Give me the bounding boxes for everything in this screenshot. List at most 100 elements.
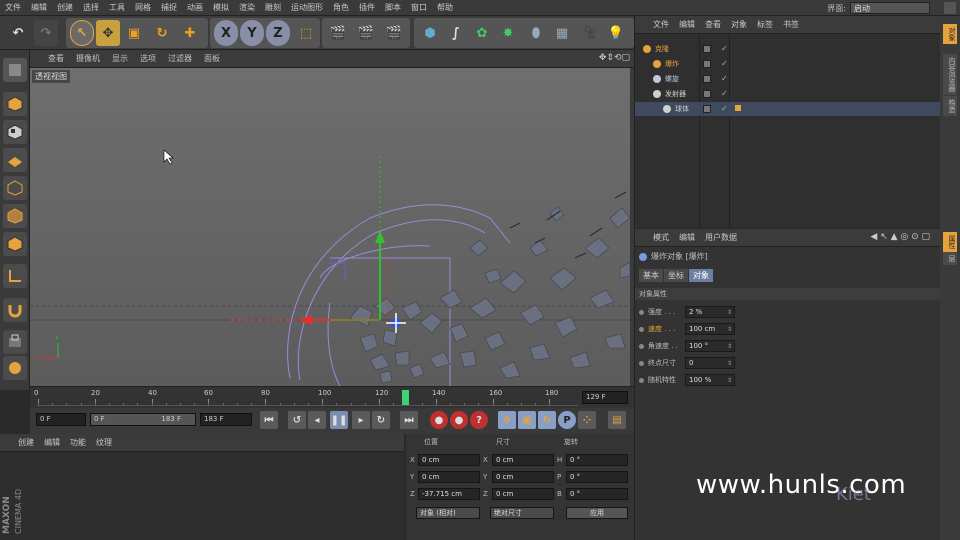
viewport-menu-item[interactable]: 选项 bbox=[134, 53, 162, 64]
enabled-check-icon[interactable]: ✓ bbox=[721, 74, 728, 83]
menu-item[interactable]: 窗口 bbox=[406, 2, 432, 13]
spinner-icon[interactable]: ⇕ bbox=[727, 376, 732, 386]
attributes-nav-icons[interactable]: ◀ ↖ ▲ ◎ ⊙ ▢ bbox=[870, 232, 930, 242]
end-frame-field[interactable]: 183 F bbox=[200, 413, 252, 426]
timeline-window-icon[interactable]: ▤ bbox=[608, 411, 626, 429]
points-mode-icon[interactable] bbox=[3, 176, 27, 200]
prev-key-icon[interactable]: ↺ bbox=[288, 411, 306, 429]
object-name[interactable]: 发射器 bbox=[665, 89, 686, 99]
object-name[interactable]: 克隆 bbox=[655, 44, 669, 54]
visibility-toggle-icon[interactable] bbox=[703, 105, 711, 113]
apply-button[interactable]: 应用 bbox=[566, 507, 628, 519]
goto-end-icon[interactable]: ⏭ bbox=[400, 411, 418, 429]
select-tool-icon[interactable]: ↖ bbox=[70, 20, 94, 46]
axis-x-lock[interactable]: X bbox=[214, 20, 238, 46]
array-icon[interactable]: ✸ bbox=[496, 20, 520, 46]
floor-icon[interactable]: ▦ bbox=[550, 20, 574, 46]
objects-menu-item[interactable]: 文件 bbox=[653, 19, 669, 30]
coordinate-mode-select[interactable]: 对象 (相对) bbox=[416, 507, 480, 519]
object-row[interactable]: 球体 ✓ bbox=[635, 102, 941, 116]
parameter-anim-dot[interactable] bbox=[639, 343, 644, 349]
viewport-nav-icons[interactable]: ✥⇕⟲▢ bbox=[599, 53, 630, 63]
menu-item[interactable]: 选择 bbox=[78, 2, 104, 13]
tab-structure[interactable]: 构造 bbox=[943, 96, 957, 116]
menu-item[interactable]: 编辑 bbox=[26, 2, 52, 13]
object-name[interactable]: 球体 bbox=[675, 104, 689, 114]
parameter-anim-dot[interactable] bbox=[639, 326, 644, 332]
tab-layers[interactable]: 层 bbox=[943, 252, 957, 265]
next-key-icon[interactable]: ↻ bbox=[372, 411, 390, 429]
menu-item[interactable]: 文件 bbox=[0, 2, 26, 13]
parameter-anim-dot[interactable] bbox=[639, 360, 644, 366]
attributes-menu-item[interactable]: 编辑 bbox=[679, 232, 695, 243]
objects-menu-item[interactable]: 查看 bbox=[705, 19, 721, 30]
tab-attributes[interactable]: 属性 bbox=[943, 232, 957, 252]
menu-item[interactable]: 插件 bbox=[354, 2, 380, 13]
edges-mode-icon[interactable] bbox=[3, 204, 27, 228]
menu-item[interactable]: 模拟 bbox=[208, 2, 234, 13]
material-menu-item[interactable]: 功能 bbox=[70, 437, 86, 448]
keyframe-selection-icon[interactable]: ? bbox=[470, 411, 488, 429]
attributes-menu-item[interactable]: 模式 bbox=[653, 232, 669, 243]
objects-menu-item[interactable]: 对象 bbox=[731, 19, 747, 30]
rotation-field[interactable]: 0 ° bbox=[566, 471, 628, 483]
parameter-value-field[interactable]: 100 % ⇕ bbox=[685, 374, 735, 386]
parameter-anim-dot[interactable] bbox=[639, 377, 644, 383]
rotation-field[interactable]: 0 ° bbox=[566, 454, 628, 466]
model-mode-icon[interactable] bbox=[3, 92, 27, 116]
object-row[interactable]: 发射器 ✓ bbox=[635, 87, 941, 101]
spinner-icon[interactable]: ⇕ bbox=[727, 308, 732, 318]
spinner-icon[interactable]: ⇕ bbox=[727, 342, 732, 352]
menu-item[interactable]: 工具 bbox=[104, 2, 130, 13]
menu-item[interactable]: 渲染 bbox=[234, 2, 260, 13]
layout-dropdown[interactable]: 启动 bbox=[850, 2, 930, 14]
viewport-menu-item[interactable]: 查看 bbox=[42, 53, 70, 64]
visibility-toggle-icon[interactable] bbox=[703, 90, 711, 98]
visibility-toggle-icon[interactable] bbox=[703, 60, 711, 68]
planar-workplane-icon[interactable] bbox=[3, 356, 27, 380]
key-position-icon[interactable]: ✥ bbox=[498, 411, 516, 429]
rotate-tool-icon[interactable]: ↻ bbox=[150, 20, 174, 46]
make-editable-icon[interactable] bbox=[3, 58, 27, 82]
object-name[interactable]: 螺旋 bbox=[665, 74, 679, 84]
cube-icon[interactable]: ⬢ bbox=[418, 20, 442, 46]
deformer-icon[interactable]: ⬮ bbox=[524, 20, 548, 46]
attributes-tab[interactable]: 坐标 bbox=[664, 269, 688, 282]
viewport-menu-item[interactable]: 摄像机 bbox=[70, 53, 106, 64]
parameter-value-field[interactable]: 2 % ⇕ bbox=[685, 306, 735, 318]
menu-item[interactable]: 运动图形 bbox=[286, 2, 328, 13]
size-mode-select[interactable]: 绝对尺寸 bbox=[490, 507, 554, 519]
parameter-value-field[interactable]: 100 cm ⇕ bbox=[685, 323, 735, 335]
menu-item[interactable]: 捕捉 bbox=[156, 2, 182, 13]
parameter-value-field[interactable]: 100 ° ⇕ bbox=[685, 340, 735, 352]
viewport-menu-item[interactable]: 过滤器 bbox=[162, 53, 198, 64]
menu-item[interactable]: 网格 bbox=[130, 2, 156, 13]
attributes-menu-item[interactable]: 用户数据 bbox=[705, 232, 737, 243]
prev-frame-icon[interactable]: ◂ bbox=[308, 411, 326, 429]
menu-item[interactable]: 创建 bbox=[52, 2, 78, 13]
menu-item[interactable]: 帮助 bbox=[432, 2, 458, 13]
start-frame-field[interactable]: 0 F bbox=[36, 413, 86, 426]
objects-menu-item[interactable]: 书签 bbox=[783, 19, 799, 30]
viewport-menu-item[interactable]: 显示 bbox=[106, 53, 134, 64]
move-tool-icon[interactable]: ✥ bbox=[96, 20, 120, 46]
size-field[interactable]: 0 cm bbox=[492, 488, 554, 500]
render-view-icon[interactable]: 🎬 bbox=[326, 20, 350, 46]
menu-item[interactable]: 脚本 bbox=[380, 2, 406, 13]
visibility-toggle-icon[interactable] bbox=[703, 75, 711, 83]
object-name[interactable]: 爆炸 bbox=[665, 59, 679, 69]
timeline[interactable]: 0 20 40 60 80 100 120 140 160 180 129 F bbox=[30, 386, 634, 408]
parameter-value-field[interactable]: 0 ⇕ bbox=[685, 357, 735, 369]
redo-icon[interactable]: ↷ bbox=[34, 20, 58, 46]
pause-icon[interactable]: ❚❚ bbox=[330, 411, 348, 429]
polygons-mode-icon[interactable] bbox=[3, 232, 27, 256]
parameter-anim-dot[interactable] bbox=[639, 309, 644, 315]
visibility-toggle-icon[interactable] bbox=[703, 45, 711, 53]
playhead[interactable] bbox=[402, 390, 409, 405]
material-menu-item[interactable]: 编辑 bbox=[44, 437, 60, 448]
size-field[interactable]: 0 cm bbox=[492, 454, 554, 466]
viewport-menu-item[interactable]: 面板 bbox=[198, 53, 226, 64]
light-icon[interactable]: 💡 bbox=[604, 20, 628, 46]
goto-start-icon[interactable]: ⏮ bbox=[260, 411, 278, 429]
range-slider[interactable]: 0 F 183 F bbox=[90, 413, 196, 426]
